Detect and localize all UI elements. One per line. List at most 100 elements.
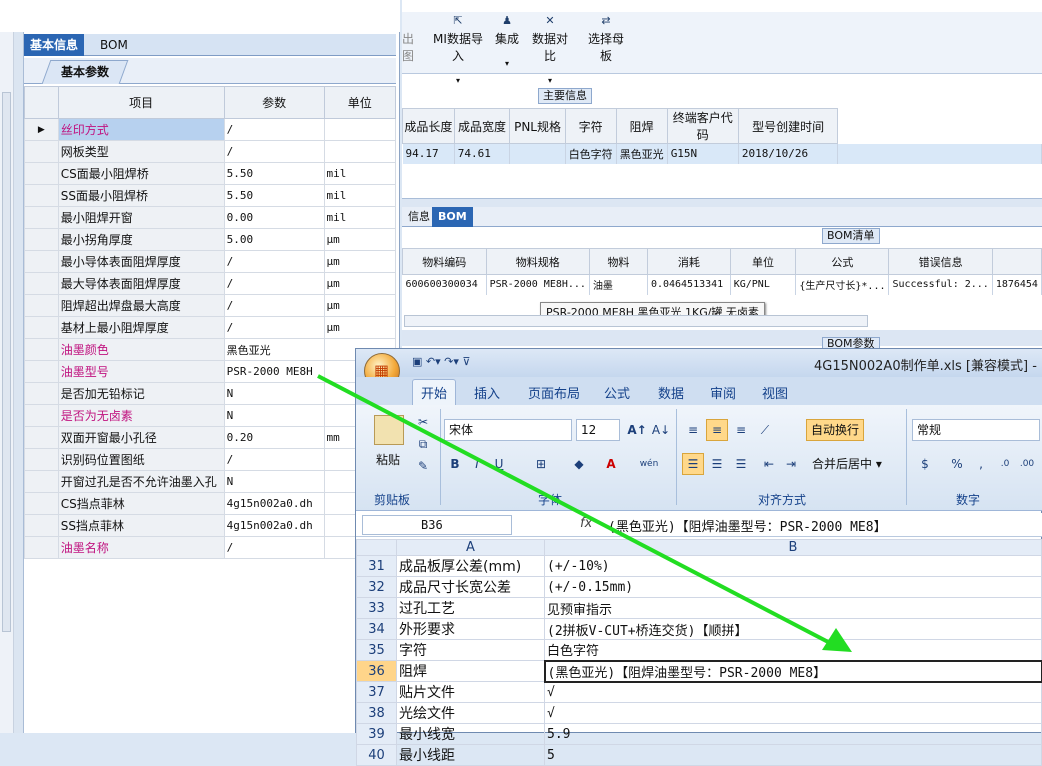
cell-a[interactable]: 过孔工艺 bbox=[396, 597, 545, 619]
table-row[interactable]: 最大导体表面阻焊厚度 / μm bbox=[24, 272, 397, 295]
cell-b[interactable]: 白色字符 bbox=[544, 639, 1042, 661]
phonetic-icon[interactable]: wén bbox=[638, 453, 660, 475]
tab-info[interactable]: 信息 bbox=[402, 207, 436, 227]
table-row[interactable]: 网板类型 / bbox=[24, 140, 397, 163]
col-header[interactable]: 消耗 bbox=[646, 248, 731, 275]
align-center-icon[interactable]: ☰ bbox=[706, 453, 728, 475]
splitter[interactable] bbox=[14, 32, 24, 733]
col-header[interactable]: 阻焊 bbox=[615, 108, 668, 144]
param-value[interactable]: / bbox=[223, 536, 325, 559]
row-indicator[interactable] bbox=[24, 140, 59, 163]
col-header-a[interactable]: A bbox=[396, 539, 545, 556]
fill-color-icon[interactable]: ◆ bbox=[568, 453, 590, 475]
align-left-icon[interactable]: ☰ bbox=[682, 453, 704, 475]
row-header[interactable]: 33 bbox=[356, 597, 397, 619]
font-size-select[interactable]: 12 bbox=[576, 419, 620, 441]
tab-view[interactable]: 视图 bbox=[762, 383, 788, 402]
table-row[interactable]: CS挡点菲林 4g15n002a0.dh bbox=[24, 492, 397, 515]
row-indicator[interactable] bbox=[24, 382, 59, 405]
param-value[interactable]: 5.00 bbox=[223, 228, 325, 251]
param-value[interactable]: 4g15n002a0.dh bbox=[223, 514, 325, 537]
currency-icon[interactable]: $ bbox=[914, 453, 936, 475]
row-header[interactable]: 34 bbox=[356, 618, 397, 640]
table-row[interactable]: 双面开窗最小孔径 0.20 mm bbox=[24, 426, 397, 449]
table-row[interactable]: 油墨名称 / bbox=[24, 536, 397, 559]
paste-label[interactable]: 粘贴 bbox=[376, 451, 400, 468]
table-row[interactable]: 基材上最小阻焊厚度 / μm bbox=[24, 316, 397, 339]
table-row[interactable]: SS挡点菲林 4g15n002a0.dh bbox=[24, 514, 397, 537]
cell-a[interactable]: 阻焊 bbox=[396, 660, 545, 682]
param-value[interactable]: 0.20 bbox=[223, 426, 325, 449]
cell-a[interactable]: 字符 bbox=[396, 639, 545, 661]
param-value[interactable]: / bbox=[223, 140, 325, 163]
merge-center-button[interactable]: 合并后居中 ▾ bbox=[812, 455, 882, 472]
table-row[interactable]: 是否加无铅标记 N bbox=[24, 382, 397, 405]
cell-b[interactable]: 见预审指示 bbox=[544, 597, 1042, 619]
decrease-indent-icon[interactable]: ⇤ bbox=[758, 453, 780, 475]
align-middle-icon[interactable]: ≡ bbox=[706, 419, 728, 441]
row-indicator[interactable] bbox=[24, 492, 59, 515]
table-row[interactable]: ▶ 丝印方式 / bbox=[24, 118, 397, 141]
select-all-corner[interactable] bbox=[356, 539, 397, 556]
col-header[interactable]: 物料 bbox=[588, 248, 648, 275]
param-value[interactable]: 5.50 bbox=[223, 184, 325, 207]
row-header[interactable]: 35 bbox=[356, 639, 397, 661]
row-indicator[interactable] bbox=[24, 316, 59, 339]
shrink-font-icon[interactable]: A↓ bbox=[650, 419, 672, 441]
row-header[interactable]: 37 bbox=[356, 681, 397, 703]
row-indicator[interactable] bbox=[24, 536, 59, 559]
align-bottom-icon[interactable]: ≡ bbox=[730, 419, 752, 441]
param-value[interactable]: / bbox=[223, 448, 325, 471]
scroll-thumb[interactable] bbox=[2, 92, 11, 632]
col-header[interactable]: 错误信息 bbox=[888, 248, 993, 275]
cell-b[interactable]: (黑色亚光)【阻焊油墨型号：PSR-2000 ME8】 bbox=[543, 659, 1042, 683]
table-row[interactable]: 最小阻焊开窗 0.00 mil bbox=[24, 206, 397, 229]
param-value[interactable]: 0.00 bbox=[223, 206, 325, 229]
table-row[interactable]: 600600300034 PSR-2000 ME8H... 油墨 0.04645133… bbox=[402, 274, 1042, 295]
col-header[interactable]: 成品长度 bbox=[402, 108, 455, 144]
row-header[interactable]: 32 bbox=[356, 576, 397, 598]
align-top-icon[interactable]: ≡ bbox=[682, 419, 704, 441]
redo-icon[interactable]: ↷▾ bbox=[444, 355, 459, 368]
col-header[interactable]: 成品宽度 bbox=[453, 108, 511, 144]
font-name-select[interactable]: 宋体 bbox=[444, 419, 572, 441]
cell-a[interactable]: 光绘文件 bbox=[396, 702, 545, 724]
row-indicator[interactable] bbox=[24, 514, 59, 537]
table-row[interactable]: 最小拐角厚度 5.00 μm bbox=[24, 228, 397, 251]
tab-basic-params[interactable]: 基本参数 bbox=[41, 60, 129, 84]
cell-a[interactable]: 最小线距 bbox=[396, 744, 545, 766]
row-indicator[interactable] bbox=[24, 272, 59, 295]
row-indicator[interactable] bbox=[24, 470, 59, 493]
row-header[interactable]: 40 bbox=[356, 744, 397, 766]
col-header-b[interactable]: B bbox=[544, 539, 1042, 556]
param-value[interactable]: / bbox=[223, 250, 325, 273]
cell-b[interactable]: (2拼板V-CUT+桥连交货)【顺拼】 bbox=[544, 618, 1042, 640]
left-scrollbar[interactable] bbox=[0, 32, 14, 733]
col-header[interactable]: 公式 bbox=[795, 248, 890, 275]
cell-b[interactable]: √ bbox=[544, 702, 1042, 724]
cell-a[interactable]: 贴片文件 bbox=[396, 681, 545, 703]
col-header[interactable]: 终端客户代码 bbox=[666, 108, 739, 144]
compare-button[interactable]: ✕ 数据对比 ▾ bbox=[528, 14, 572, 85]
col-header[interactable]: 型号创建时间 bbox=[737, 108, 839, 144]
col-header[interactable]: 单位 bbox=[729, 248, 797, 275]
format-painter-icon[interactable]: ✎ bbox=[412, 455, 434, 477]
param-value[interactable]: / bbox=[223, 316, 325, 339]
wrap-text-button[interactable]: 自动换行 bbox=[806, 419, 865, 441]
tab-review[interactable]: 审阅 bbox=[710, 383, 736, 402]
cell-b[interactable]: (+/-0.15mm) bbox=[544, 576, 1042, 598]
table-row[interactable]: 是否为无卤素 N bbox=[24, 404, 397, 427]
col-header[interactable]: 物料编码 bbox=[402, 248, 487, 275]
increase-decimal-icon[interactable]: .0 bbox=[994, 453, 1016, 475]
row-indicator[interactable] bbox=[24, 404, 59, 427]
tab-formulas[interactable]: 公式 bbox=[604, 383, 630, 402]
table-row[interactable]: 开窗过孔是否不允许油墨入孔 N bbox=[24, 470, 397, 493]
table-row[interactable]: 最小导体表面阻焊厚度 / μm bbox=[24, 250, 397, 273]
row-indicator[interactable] bbox=[24, 294, 59, 317]
bold-icon[interactable]: B bbox=[444, 453, 466, 475]
table-row[interactable]: 94.17 74.61 白色字符 黑色亚光 G15N 2018/10/26 bbox=[402, 143, 1042, 164]
orientation-icon[interactable]: ⟋ bbox=[754, 419, 776, 441]
splitter[interactable] bbox=[402, 330, 1042, 346]
param-value[interactable]: N bbox=[223, 470, 325, 493]
tab-insert[interactable]: 插入 bbox=[474, 383, 500, 402]
